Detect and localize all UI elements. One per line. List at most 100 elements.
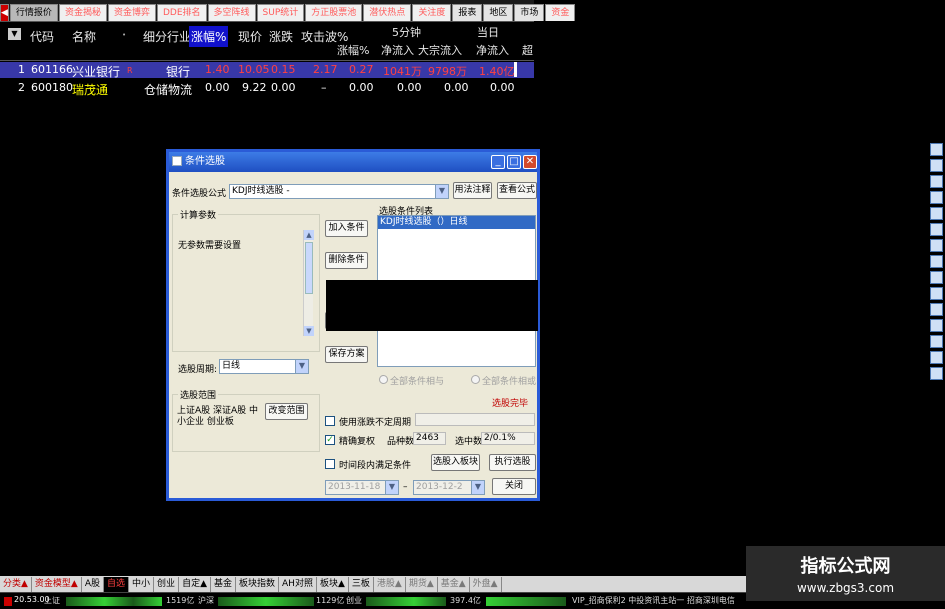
- table-row[interactable]: 1 601166 兴业银行 R 银行 1.40 10.05 0.15 2.17 …: [0, 62, 534, 79]
- formula-select[interactable]: KDJ时线选股 - ▼: [229, 184, 449, 199]
- tab-hot-spots[interactable]: 潜伏热点: [363, 4, 412, 21]
- chevron-down-icon[interactable]: ▼: [304, 326, 314, 336]
- toolbar-icon[interactable]: [930, 191, 943, 204]
- tab-foreign[interactable]: 外盘▲: [470, 576, 502, 592]
- tab-funds[interactable]: 资金: [545, 4, 576, 21]
- tab-dde-rank[interactable]: DDE排名: [156, 4, 207, 21]
- tab-chinext[interactable]: 创业: [154, 576, 180, 592]
- menu-icon[interactable]: ◀: [0, 4, 9, 21]
- col-code[interactable]: 代码: [30, 28, 54, 45]
- close-icon[interactable]: ✕: [523, 155, 537, 169]
- watermark: 指标公式网 www.zbgs3.com: [746, 546, 945, 601]
- toolbar-icon[interactable]: [930, 207, 943, 220]
- chevron-up-icon[interactable]: ▲: [304, 230, 314, 240]
- row-change-pct: 1.40: [205, 63, 230, 76]
- usage-notes-button[interactable]: 用法注释: [453, 182, 492, 199]
- tab-futures[interactable]: 期货▲: [406, 576, 438, 592]
- exact-adjust-checkbox[interactable]: ✓: [325, 435, 335, 445]
- toolbar-icon[interactable]: [930, 143, 943, 156]
- tab-watchlist[interactable]: 自选: [104, 576, 130, 592]
- tab-hk[interactable]: 港股▲: [374, 576, 406, 592]
- toolbar-icon[interactable]: [930, 287, 943, 300]
- tab-fund[interactable]: 基金: [211, 576, 236, 592]
- toolbar-icon[interactable]: [930, 175, 943, 188]
- col-super[interactable]: 超: [522, 42, 533, 58]
- chevron-down-icon[interactable]: ▼: [295, 360, 308, 373]
- save-scheme-button[interactable]: 保存方案: [325, 346, 368, 363]
- tab-custom[interactable]: 自定▲: [179, 576, 211, 592]
- col-price[interactable]: 现价: [238, 28, 262, 45]
- tab-long-short[interactable]: 多空阵线: [207, 4, 256, 21]
- tab-fund-game[interactable]: 资金博弈: [107, 4, 156, 21]
- toolbar-icon[interactable]: [930, 319, 943, 332]
- list-item[interactable]: KDJ时线选股（）日线: [378, 216, 535, 229]
- tab-reports[interactable]: 报表: [452, 4, 483, 21]
- tab-attention[interactable]: 关注度: [412, 4, 452, 21]
- col-5min-change[interactable]: 涨幅%: [337, 42, 369, 58]
- tab-a-shares[interactable]: A股: [82, 576, 105, 592]
- chevron-down-icon[interactable]: ▼: [471, 481, 484, 494]
- table-row[interactable]: 2 600180 瑞茂通 仓储物流 0.00 9.22 0.00 – 0.00 …: [0, 80, 534, 97]
- date-to-picker[interactable]: 2013-12-2 ▼: [413, 480, 485, 495]
- tab-category[interactable]: 分类▲: [0, 576, 32, 592]
- tab-quote[interactable]: 行情报价: [9, 4, 58, 21]
- tab-sup-stats[interactable]: SUP统计: [256, 4, 305, 21]
- watermark-title: 指标公式网: [800, 556, 891, 577]
- dialog-titlebar[interactable]: 条件选股 _ □ ✕: [169, 152, 537, 172]
- radio-all-or[interactable]: [471, 375, 480, 384]
- col-name[interactable]: 名称: [72, 28, 96, 45]
- toolbar-icon[interactable]: [930, 271, 943, 284]
- toolbar-icon[interactable]: [930, 367, 943, 380]
- col-today-net-in[interactable]: 净流入: [476, 42, 509, 58]
- toolbar-icon[interactable]: [930, 239, 943, 252]
- execute-screen-button[interactable]: 执行选股: [489, 454, 536, 471]
- tab-sme[interactable]: 中小: [129, 576, 155, 592]
- timerange-checkbox[interactable]: [325, 459, 335, 469]
- column-menu-icon[interactable]: ▼: [8, 28, 21, 40]
- chevron-down-icon[interactable]: ▼: [385, 481, 398, 494]
- period-select[interactable]: 日线 ▼: [219, 359, 309, 374]
- toolbar-icon[interactable]: [930, 351, 943, 364]
- tab-sector-index[interactable]: 板块指数: [236, 576, 280, 592]
- date-from-value: 2013-11-18: [328, 482, 381, 492]
- toolbar-icon[interactable]: [930, 159, 943, 172]
- col-5min-net-in[interactable]: 净流入: [381, 42, 414, 58]
- col-change-pct[interactable]: 涨幅%: [189, 26, 229, 47]
- minimize-icon[interactable]: _: [491, 155, 505, 169]
- col-block-in[interactable]: 大宗流入: [418, 42, 462, 58]
- view-formula-button[interactable]: 查看公式: [497, 182, 537, 199]
- add-condition-button[interactable]: 加入条件: [325, 220, 368, 237]
- tab-third-board[interactable]: 三板: [349, 576, 374, 592]
- chevron-down-icon[interactable]: ▼: [435, 185, 448, 198]
- params-scrollbar[interactable]: ▲ ▼: [303, 230, 314, 336]
- col-industry[interactable]: 细分行业: [143, 28, 191, 45]
- tab-sector[interactable]: 板块▲: [317, 576, 349, 592]
- radio-all-and[interactable]: [379, 375, 388, 384]
- unlimited-period-checkbox[interactable]: [325, 416, 335, 426]
- selected-value: 2/0.1%: [484, 433, 516, 443]
- date-from-picker[interactable]: 2013-11-18 ▼: [325, 480, 399, 495]
- tab-fund-reveal[interactable]: 资金揭秘: [58, 4, 107, 21]
- dialog-title: 条件选股: [185, 156, 225, 167]
- tab-region[interactable]: 地区: [483, 4, 514, 21]
- change-range-button[interactable]: 改变范围: [265, 403, 308, 420]
- col-change[interactable]: 涨跌: [269, 28, 293, 45]
- tab-stock-pool[interactable]: 方正股票池: [305, 4, 363, 21]
- row-cursor: [514, 62, 517, 77]
- range-text: 上证A股 深证A股 中小企业 创业板: [177, 406, 259, 427]
- scroll-thumb[interactable]: [305, 242, 313, 294]
- tab-funds2[interactable]: 基金▲: [438, 576, 470, 592]
- delete-condition-button[interactable]: 删除条件: [325, 252, 368, 269]
- close-button[interactable]: 关闭: [492, 478, 536, 495]
- period-field[interactable]: [415, 413, 535, 426]
- tab-ah-compare[interactable]: AH对照: [279, 576, 317, 592]
- maximize-icon[interactable]: □: [507, 155, 521, 169]
- toolbar-icon[interactable]: [930, 335, 943, 348]
- toolbar-icon[interactable]: [930, 255, 943, 268]
- status-ticker: VIP_招商保利2 中投资讯主站一 招商深圳电信: [572, 596, 735, 605]
- add-to-block-button[interactable]: 选股入板块: [431, 454, 480, 471]
- toolbar-icon[interactable]: [930, 223, 943, 236]
- tab-market[interactable]: 市场: [514, 4, 545, 21]
- toolbar-icon[interactable]: [930, 303, 943, 316]
- tab-fund-model[interactable]: 资金模型▲: [32, 576, 82, 592]
